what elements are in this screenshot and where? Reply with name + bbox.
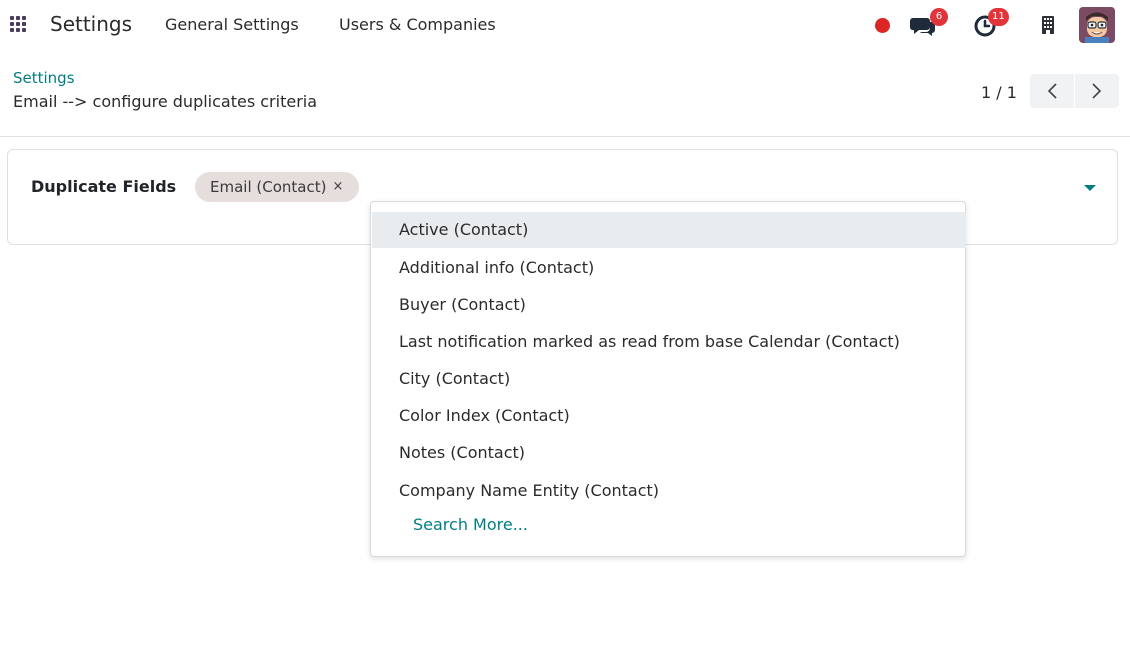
- activity-count-badge: 11: [988, 8, 1009, 26]
- top-navbar: Settings General Settings Users & Compan…: [0, 0, 1130, 50]
- apps-menu-icon[interactable]: [10, 16, 26, 32]
- pager-next-button[interactable]: [1075, 74, 1119, 108]
- status-dot-icon[interactable]: [875, 18, 890, 33]
- field-tag: Email (Contact) ×: [195, 172, 360, 202]
- dropdown-item[interactable]: Color Index (Contact): [372, 398, 966, 434]
- pager-value[interactable]: 1 / 1: [981, 83, 1017, 102]
- field-label-duplicate-fields: Duplicate Fields: [31, 177, 177, 196]
- dropdown-item[interactable]: Buyer (Contact): [372, 287, 966, 323]
- company-building-icon[interactable]: [1042, 16, 1054, 34]
- search-more-link[interactable]: Search More...: [413, 515, 528, 534]
- dropdown-item[interactable]: Notes (Contact): [372, 435, 966, 471]
- dropdown-item[interactable]: Active (Contact): [372, 212, 966, 248]
- chevron-right-icon: [1092, 83, 1102, 99]
- autocomplete-dropdown: Active (Contact) Additional info (Contac…: [370, 201, 966, 557]
- divider: [0, 136, 1130, 137]
- page-title: Email --> configure duplicates criteria: [13, 92, 318, 111]
- user-avatar[interactable]: [1079, 7, 1115, 43]
- tag-remove-icon[interactable]: ×: [332, 172, 343, 202]
- tag-label: Email (Contact): [210, 178, 327, 196]
- chevron-left-icon: [1047, 83, 1057, 99]
- pager-previous-button[interactable]: [1030, 74, 1074, 108]
- dropdown-item[interactable]: City (Contact): [372, 361, 966, 397]
- app-title[interactable]: Settings: [50, 12, 132, 36]
- dropdown-item[interactable]: Last notification marked as read from ba…: [372, 324, 966, 360]
- breadcrumb-settings[interactable]: Settings: [13, 69, 75, 87]
- dropdown-item[interactable]: Additional info (Contact): [372, 250, 966, 286]
- menu-general-settings[interactable]: General Settings: [165, 15, 299, 34]
- dropdown-item[interactable]: Company Name Entity (Contact): [372, 473, 966, 509]
- chat-count-badge: 6: [930, 8, 948, 26]
- menu-users-companies[interactable]: Users & Companies: [339, 15, 496, 34]
- dropdown-caret-icon[interactable]: [1084, 185, 1096, 191]
